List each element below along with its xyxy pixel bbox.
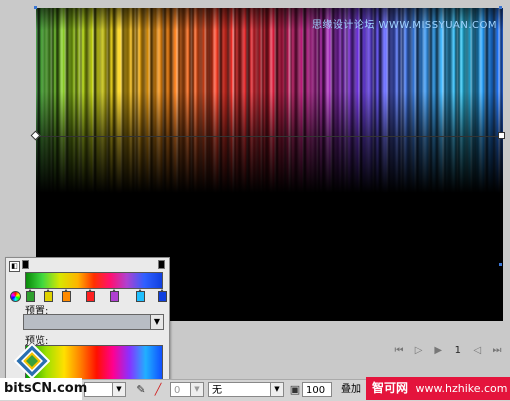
blend-mode-label[interactable]: 叠加	[338, 382, 366, 397]
chevron-down-icon[interactable]: ▼	[190, 383, 203, 396]
page-navigation: ⏮ ▷ ▶ 1 ◁ ⏭	[392, 342, 504, 358]
pencil-icon[interactable]: ✎	[134, 383, 148, 397]
color-picker-icon[interactable]	[10, 291, 21, 302]
color-stop[interactable]	[110, 289, 119, 302]
first-page-icon[interactable]: ⏮	[392, 345, 406, 356]
opacity-icon: ▣	[289, 383, 301, 396]
banner-title: 智可网	[372, 381, 409, 395]
play-icon[interactable]: ▶	[431, 345, 445, 356]
stroke-size-select[interactable]: 0 ▼	[170, 382, 204, 397]
color-stop[interactable]	[86, 289, 95, 302]
stroke-color-icon[interactable]: ╱	[151, 383, 165, 397]
bitscn-logo-icon	[14, 343, 50, 379]
opacity-stop-right[interactable]	[158, 260, 165, 269]
hzhike-banner: 智可网 www.hzhike.com	[366, 377, 510, 400]
color-stop[interactable]	[26, 289, 35, 302]
page-number: 1	[454, 344, 461, 356]
color-stop[interactable]	[44, 289, 53, 302]
stroke-style-select[interactable]: 无 ▼	[208, 382, 284, 397]
handle-top-left[interactable]	[34, 6, 37, 9]
handle-middle-right[interactable]	[498, 132, 505, 139]
gradient-bar[interactable]	[25, 272, 163, 289]
color-stop[interactable]	[62, 289, 71, 302]
banner-url: www.hzhike.com	[415, 382, 508, 395]
last-page-icon[interactable]: ⏭	[490, 345, 504, 356]
blend-mode-value: 叠加	[341, 384, 361, 395]
chevron-down-icon[interactable]: ▼	[270, 383, 283, 396]
chevron-down-icon[interactable]: ▼	[112, 383, 125, 396]
horizontal-guide-line	[36, 136, 503, 137]
opacity-value: 100	[306, 385, 326, 396]
color-stop[interactable]	[158, 289, 167, 302]
opacity-stop-left[interactable]	[22, 260, 29, 269]
panel-collapse-icon[interactable]: ◧	[9, 261, 20, 272]
handle-lower-right[interactable]	[499, 263, 502, 266]
chevron-down-icon[interactable]: ▼	[150, 315, 163, 329]
stroke-style-value: 无	[212, 385, 222, 396]
handle-top-right[interactable]	[499, 6, 502, 9]
stroke-size-value: 0	[174, 385, 181, 396]
blend-select[interactable]: ▼	[84, 382, 126, 397]
prev-page-icon[interactable]: ▷	[412, 345, 426, 356]
bitscn-logo-text: bitsCN.com	[0, 378, 87, 400]
streak-fade	[36, 8, 503, 193]
color-stop[interactable]	[136, 289, 145, 302]
preset-dropdown[interactable]: ▼	[23, 314, 164, 330]
watermark-text: 思缘设计论坛 WWW.MISSYUAN.COM	[311, 20, 497, 31]
next-page-icon[interactable]: ◁	[470, 345, 484, 356]
opacity-field[interactable]: 100	[302, 382, 332, 397]
